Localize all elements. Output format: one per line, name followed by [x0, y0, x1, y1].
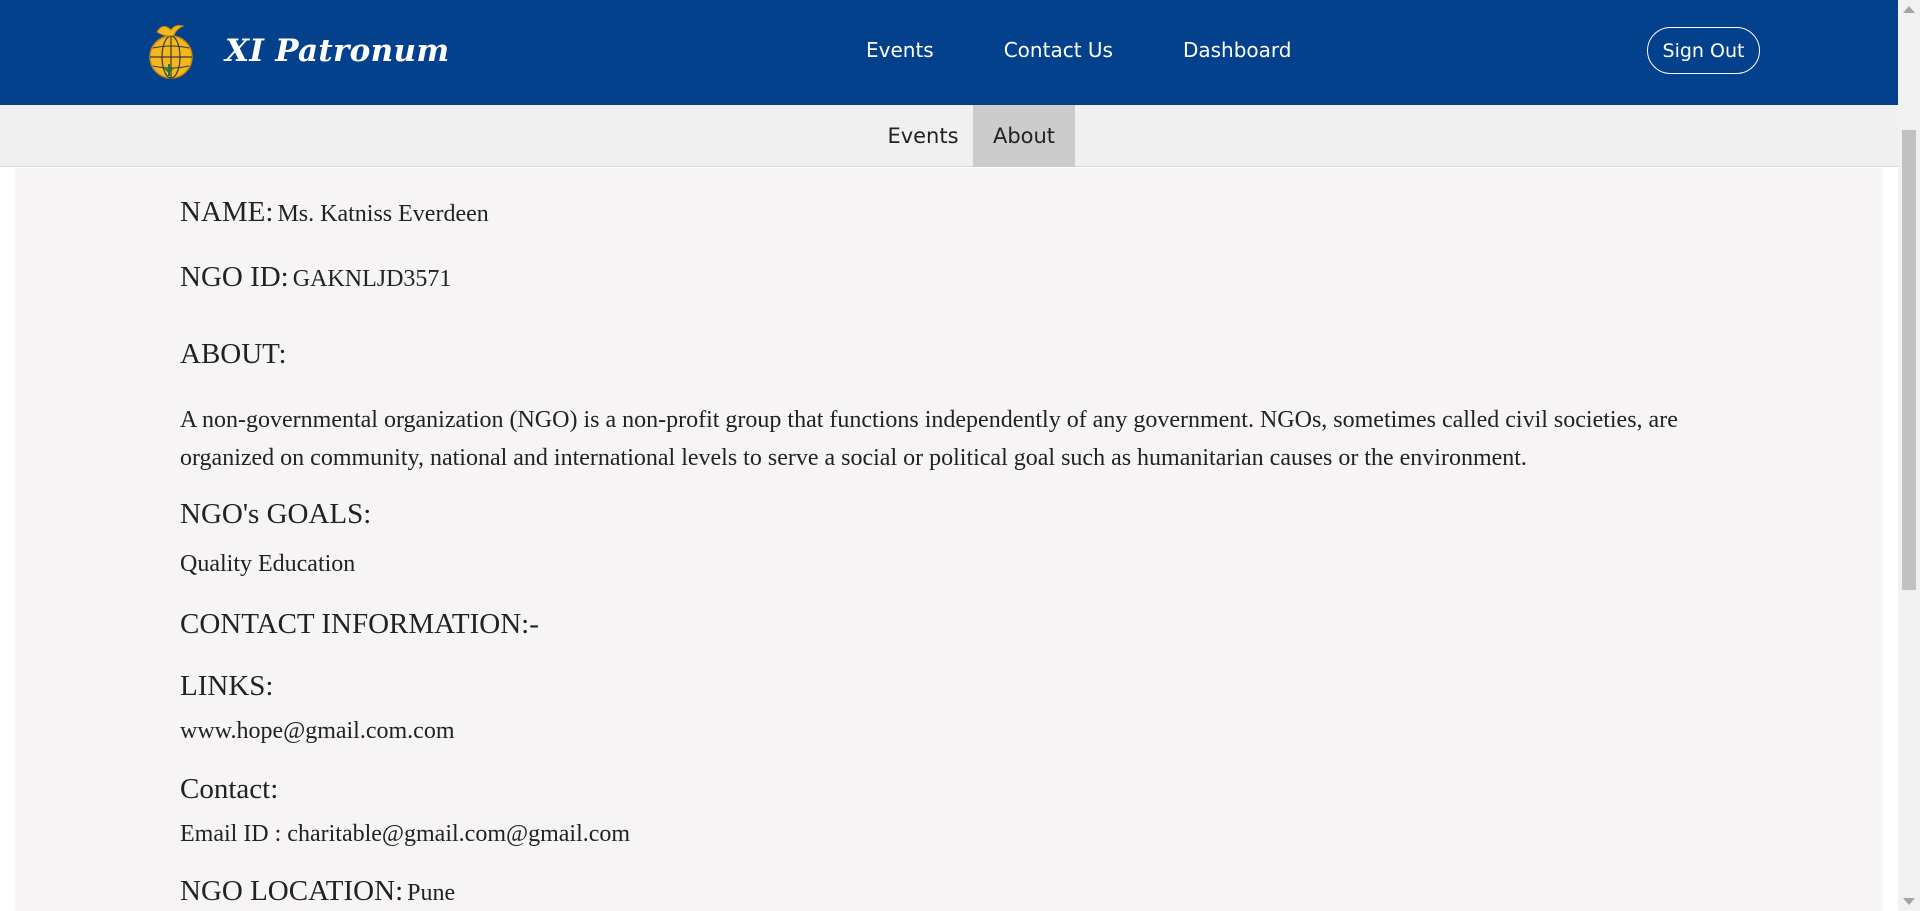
contact-info-heading: CONTACT INFORMATION:- — [180, 608, 539, 640]
location-label: NGO LOCATION: — [180, 875, 404, 907]
name-row: NAME: Ms. Katniss Everdeen — [180, 196, 489, 229]
goals-value: Quality Education — [180, 551, 356, 577]
ngo-id-row: NGO ID: GAKNLJD3571 — [180, 261, 451, 294]
location-value: Pune — [407, 880, 456, 906]
contact-heading: Contact: — [180, 773, 279, 805]
globe-dove-logo-icon — [149, 25, 193, 79]
scroll-down-arrow-icon[interactable] — [1903, 898, 1915, 905]
name-label: NAME: — [180, 196, 274, 228]
brand-name: XI Patronum — [225, 33, 450, 69]
links-heading: LINKS: — [180, 670, 274, 702]
page-scrollbar[interactable] — [1898, 0, 1920, 911]
brand[interactable]: XI Patronum — [145, 20, 449, 82]
top-navbar: XI Patronum Events Contact Us Dashboard … — [0, 0, 1898, 105]
about-text: A non-governmental organization (NGO) is… — [180, 407, 1678, 471]
tab-events[interactable]: Events — [873, 105, 973, 167]
nav-contact-us-link[interactable]: Contact Us — [1004, 38, 1113, 62]
nav-dashboard-link[interactable]: Dashboard — [1183, 38, 1292, 62]
location-row: NGO LOCATION: Pune — [180, 875, 455, 908]
ngo-id-label: NGO ID: — [180, 261, 289, 293]
email-value: Email ID : charitable@gmail.com@gmail.co… — [180, 821, 631, 847]
scroll-thumb[interactable] — [1902, 130, 1916, 590]
tab-about[interactable]: About — [973, 105, 1075, 167]
ngo-id-value: GAKNLJD3571 — [292, 266, 452, 292]
sign-out-button[interactable]: Sign Out — [1647, 27, 1760, 74]
nav-events-link[interactable]: Events — [866, 38, 934, 62]
about-heading: ABOUT: — [180, 338, 287, 370]
sub-nav-tabs: Events About — [0, 105, 1898, 167]
name-value: Ms. Katniss Everdeen — [277, 201, 489, 227]
goals-heading: NGO's GOALS: — [180, 498, 372, 530]
links-value: www.hope@gmail.com.com — [180, 718, 455, 744]
scroll-up-arrow-icon[interactable] — [1903, 6, 1915, 13]
main-nav: Events Contact Us Dashboard — [866, 38, 1361, 62]
about-panel: NAME: Ms. Katniss Everdeen NGO ID: GAKNL… — [15, 168, 1883, 911]
